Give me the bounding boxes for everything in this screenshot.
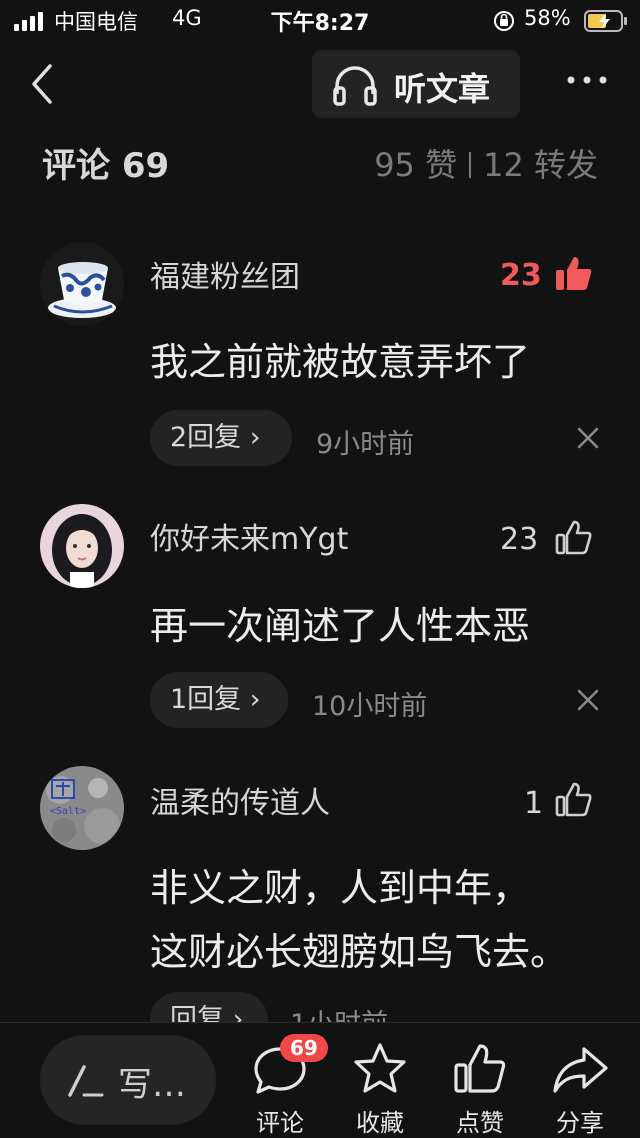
listen-label: 听文章	[394, 70, 491, 108]
comment-text: 非义之财，人到中年， 这财必长翅膀如鸟飞去。	[150, 856, 620, 984]
avatar[interactable]: <Salt>	[40, 766, 124, 850]
like-label: 点赞	[456, 1109, 504, 1137]
comment-item: 你好未来mYgt 23 再一次阐述了人性本恶 1回复 › 10小时前	[0, 504, 640, 744]
more-options-icon[interactable]	[565, 74, 609, 86]
close-icon[interactable]	[576, 426, 600, 450]
close-icon[interactable]	[576, 688, 600, 712]
like-count: 23	[500, 522, 539, 557]
favorite-label: 收藏	[356, 1109, 404, 1137]
favorite-button[interactable]: 收藏	[340, 1033, 420, 1137]
like-count: 1	[524, 786, 544, 821]
username[interactable]: 你好未来mYgt	[150, 514, 348, 558]
avatar[interactable]	[40, 504, 124, 588]
write-comment-input[interactable]: 写…	[40, 1035, 216, 1125]
username[interactable]: 福建粉丝团	[150, 252, 300, 296]
listen-article-button[interactable]: 听文章	[312, 50, 520, 118]
porcelain-cup-image	[40, 242, 124, 326]
comment-item: <Salt> 温柔的传道人 1 非义之财，人到中年， 这财必长翅膀如鸟飞去。 回…	[0, 766, 640, 1048]
username[interactable]: 温柔的传道人	[150, 778, 330, 822]
status-bar: 中国电信 4G 下午8:27 58%	[0, 0, 640, 40]
nav-bar: 听文章	[0, 50, 640, 118]
comments-header: 评论 69 95 赞 12 转发	[0, 138, 640, 186]
user-photo	[40, 504, 124, 588]
comments-count-title: 评论 69	[42, 146, 170, 186]
comment-time: 10小时前	[312, 691, 428, 722]
comment-item: 福建粉丝团 23 我之前就被故意弄坏了 2回复 › 9小时前	[0, 242, 640, 482]
comment-text: 我之前就被故意弄坏了	[150, 340, 531, 384]
likes-count[interactable]: 95 赞	[374, 146, 457, 184]
share-label: 分享	[556, 1109, 604, 1137]
like-count: 23	[500, 258, 542, 293]
svg-text:<Salt>: <Salt>	[50, 806, 86, 817]
battery-percent: 58%	[524, 6, 571, 30]
star-icon	[354, 1043, 406, 1093]
pen-icon	[68, 1065, 104, 1097]
article-stats: 95 赞 12 转发	[374, 140, 598, 186]
salt-image: <Salt>	[40, 766, 124, 850]
thumbs-up-icon[interactable]	[554, 780, 594, 820]
comment-count-badge: 69	[280, 1034, 328, 1062]
write-placeholder: 写…	[118, 1065, 186, 1105]
thumbs-up-icon[interactable]	[554, 518, 594, 558]
avatar[interactable]	[40, 242, 124, 326]
comment-time: 9小时前	[316, 429, 415, 460]
replies-button[interactable]: 2回复 ›	[150, 410, 292, 466]
share-button[interactable]: 分享	[540, 1033, 620, 1137]
shares-count[interactable]: 12 转发	[483, 146, 598, 184]
comment-label: 评论	[256, 1109, 304, 1137]
thumbs-up-filled-icon[interactable]	[554, 254, 594, 294]
battery-charging-icon	[584, 10, 627, 32]
like-button[interactable]: 点赞	[440, 1033, 520, 1137]
replies-button[interactable]: 1回复 ›	[150, 672, 288, 728]
headphones-icon	[333, 66, 377, 106]
thumbs-up-icon	[454, 1044, 506, 1093]
comment-text-line: 这财必长翅膀如鸟飞去。	[150, 930, 569, 974]
share-arrow-icon	[553, 1047, 608, 1093]
comment-text: 再一次阐述了人性本恶	[150, 604, 531, 648]
divider	[469, 152, 472, 178]
back-arrow-icon[interactable]	[28, 62, 58, 106]
orientation-lock-icon	[494, 11, 514, 31]
comment-text-line: 非义之财，人到中年，	[150, 866, 531, 910]
